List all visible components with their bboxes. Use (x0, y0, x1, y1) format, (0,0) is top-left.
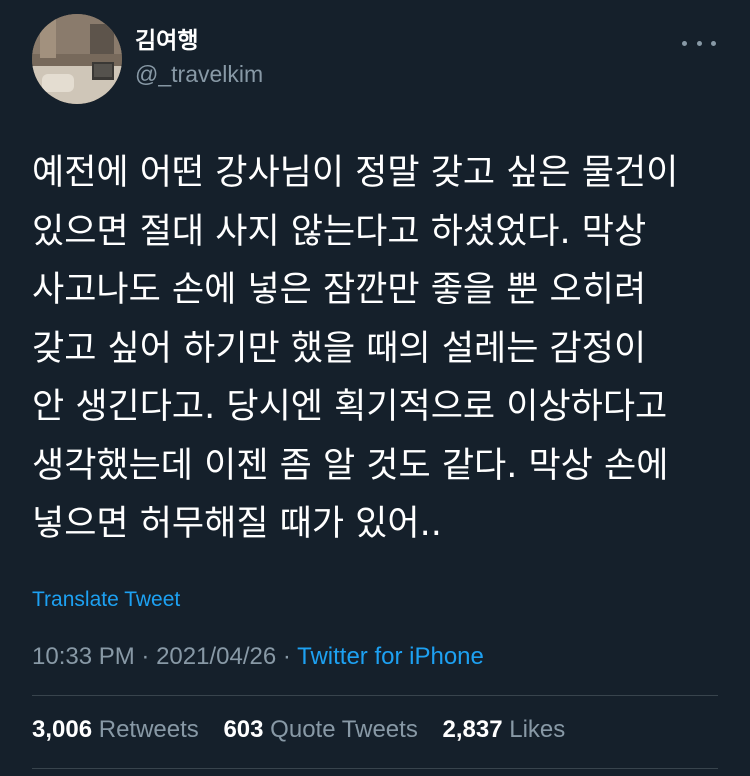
engagement-stats: 3,006 Retweets 603 Quote Tweets 2,837 Li… (32, 716, 583, 744)
retweets-stat[interactable]: 3,006 Retweets (32, 716, 199, 744)
display-name[interactable]: 김여행 (135, 26, 263, 56)
tweet-date[interactable]: 2021/04/26 (156, 643, 276, 670)
likes-stat[interactable]: 2,837 Likes (443, 716, 566, 744)
more-dot (682, 40, 687, 46)
retweets-label: Retweets (98, 716, 199, 743)
more-dot (711, 40, 716, 46)
user-handle[interactable]: @_travelkim (135, 59, 263, 89)
translate-tweet-link[interactable]: Translate Tweet (32, 588, 180, 612)
meta-separator: · (282, 643, 291, 670)
author-info: 김여행 @_travelkim (135, 26, 263, 89)
more-dot (696, 40, 702, 46)
quote-tweets-stat[interactable]: 603 Quote Tweets (223, 716, 417, 744)
more-horizontal-icon[interactable] (682, 32, 716, 54)
quote-tweets-label: Quote Tweets (270, 716, 418, 743)
tweet-text: 예전에 어떤 강사님이 정말 갖고 싶은 물건이 있으면 절대 사지 않는다고 … (32, 153, 679, 544)
tweet-metadata: 10:33 PM · 2021/04/26 · Twitter for iPho… (32, 643, 484, 671)
tweet-time[interactable]: 10:33 PM (32, 643, 135, 670)
retweets-count: 3,006 (32, 716, 93, 743)
likes-label: Likes (509, 716, 566, 743)
likes-count: 2,837 (442, 716, 503, 743)
divider (32, 768, 718, 769)
divider (32, 695, 718, 696)
quote-tweets-count: 603 (223, 716, 264, 743)
avatar[interactable] (32, 14, 122, 104)
tweet-source-link[interactable]: Twitter for iPhone (297, 643, 484, 670)
meta-separator: · (141, 643, 150, 670)
tweet-header: 김여행 @_travelkim (32, 14, 722, 106)
